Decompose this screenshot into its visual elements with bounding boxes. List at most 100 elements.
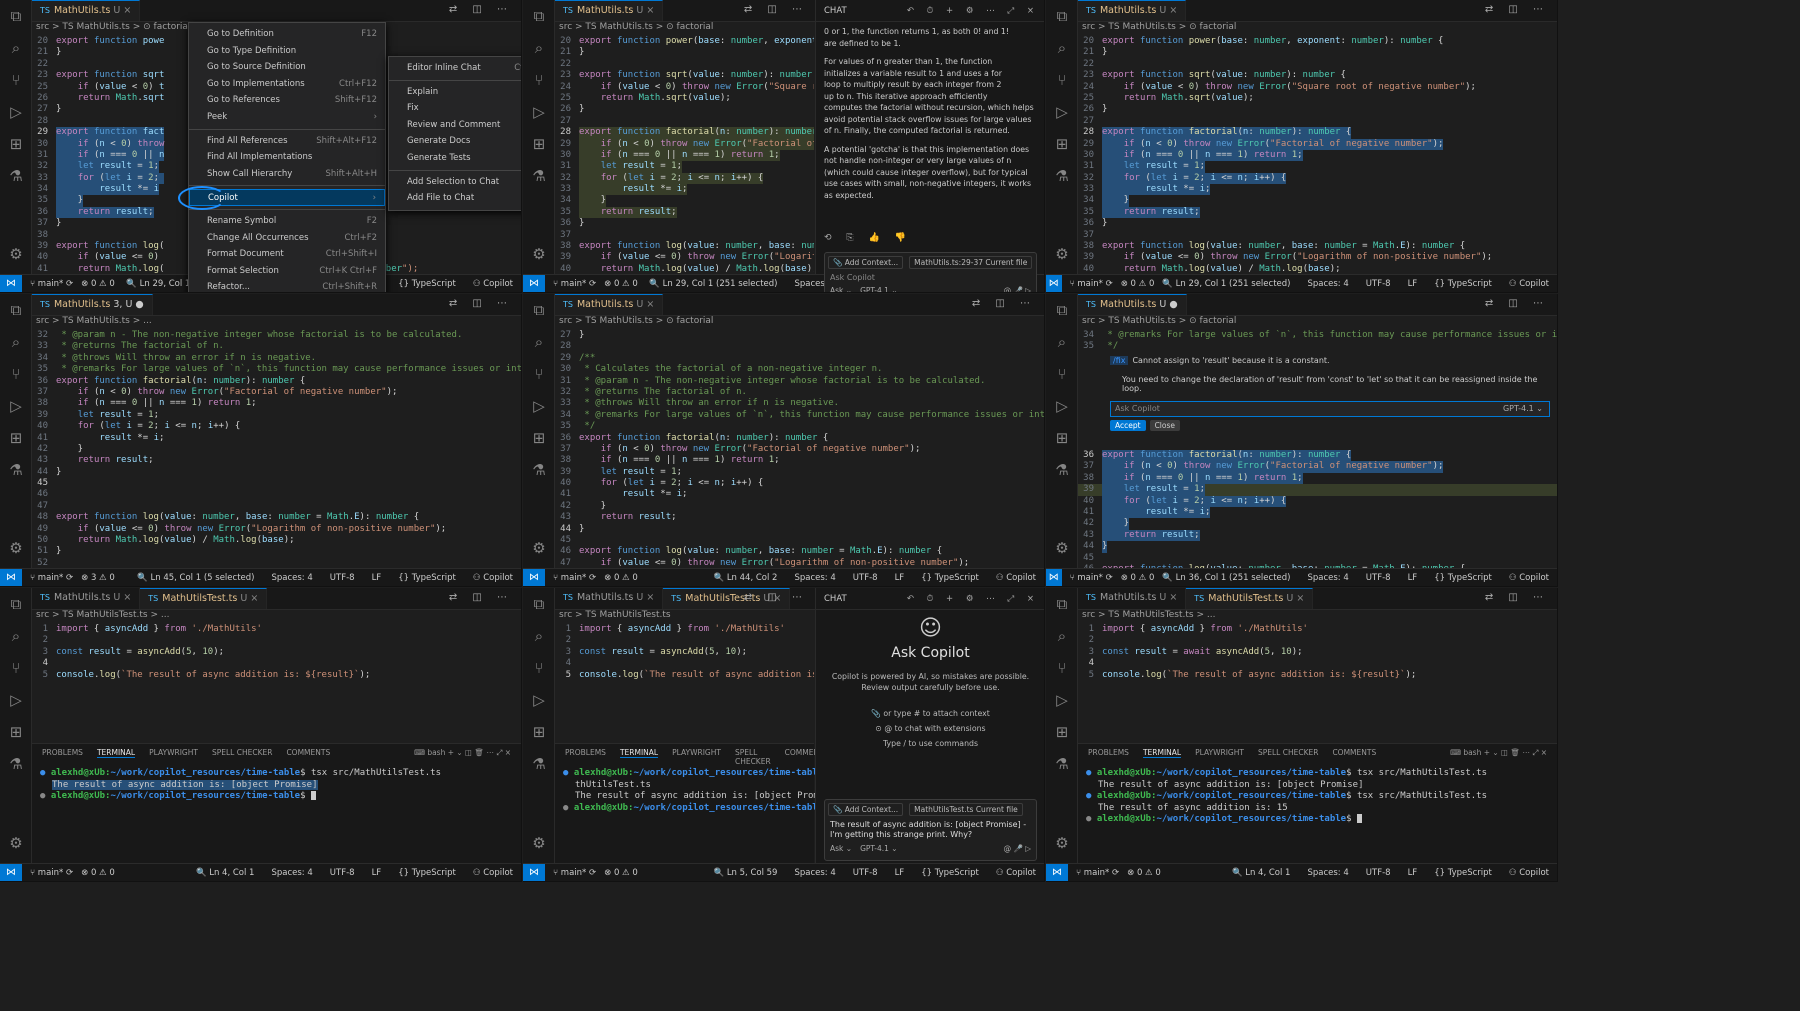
language-mode[interactable]: {} TypeScript	[398, 279, 456, 289]
run-debug-icon[interactable]: ▷	[1046, 684, 1078, 716]
send-icon[interactable]: @ 🎤 ▷	[1004, 844, 1031, 853]
source-control-icon[interactable]: ⑂	[0, 358, 32, 390]
code-editor[interactable]: 20 export function power(base: number, ex…	[555, 36, 814, 274]
source-control-icon[interactable]: ⑂	[1046, 64, 1078, 96]
editor-actions-icons[interactable]: ⇄ ◫ ⋯	[1485, 298, 1549, 309]
panel-tab-comments[interactable]: COMMENTS	[1332, 748, 1376, 758]
menu-item-editor-inline-chat[interactable]: Editor Inline Chat Ctrl+I	[389, 60, 521, 77]
eol[interactable]: LF	[1408, 279, 1418, 289]
extensions-icon[interactable]: ⊞	[1046, 128, 1078, 160]
terminal-shell[interactable]: ⌨ bash + ⌄ ◫ 🗑 ⋯ ⤢ ×	[1450, 748, 1547, 758]
copilot-status[interactable]: ⚇ Copilot	[1509, 868, 1549, 878]
settings-gear-icon[interactable]: ⚙	[0, 827, 32, 859]
indent-setting[interactable]: Spaces: 4	[1307, 279, 1348, 289]
encoding[interactable]: UTF-8	[1366, 279, 1391, 289]
testing-icon[interactable]: ⚗	[1046, 160, 1078, 192]
extensions-icon[interactable]: ⊞	[0, 716, 32, 748]
cursor-position[interactable]: 🔍 Ln 44, Col 2	[714, 573, 778, 583]
chat-input-box[interactable]: 📎 Add Context... MathUtilsTest.ts Current…	[824, 799, 1037, 861]
problems-count[interactable]: ⊗ 0 ⚠ 0	[1121, 279, 1155, 289]
panel-tab-playwright[interactable]: PLAYWRIGHT	[1195, 748, 1244, 758]
menu-item-go-to-implementations[interactable]: Go to Implementations Ctrl+F12	[189, 76, 385, 93]
tab-mathutilstest[interactable]: TS MathUtilsTest.ts U ×	[1186, 588, 1314, 609]
settings-gear-icon[interactable]: ⚙	[523, 827, 555, 859]
encoding[interactable]: UTF-8	[330, 868, 355, 878]
files-icon[interactable]: ⧉	[1046, 0, 1078, 32]
menu-item-add-file-to-chat[interactable]: Add File to Chat	[389, 190, 521, 207]
editor-actions-icons[interactable]: ⇄ ◫ ⋯	[449, 298, 513, 309]
problems-count[interactable]: ⊗ 0 ⚠ 0	[604, 279, 638, 289]
panel-tab-spell-checker[interactable]: SPELL CHECKER	[212, 748, 272, 758]
current-file-chip[interactable]: MathUtilsTest.ts Current file	[909, 803, 1023, 816]
menu-item-change-all-occurrences[interactable]: Change All Occurrences Ctrl+F2	[189, 230, 385, 247]
panel-tab-spell-checker[interactable]: SPELL CHECKER	[1258, 748, 1318, 758]
copilot-status[interactable]: ⚇ Copilot	[996, 573, 1036, 583]
run-debug-icon[interactable]: ▷	[523, 96, 555, 128]
files-icon[interactable]: ⧉	[0, 294, 32, 326]
run-debug-icon[interactable]: ▷	[523, 684, 555, 716]
menu-item-go-to-source-definition[interactable]: Go to Source Definition	[189, 59, 385, 76]
source-control-icon[interactable]: ⑂	[523, 652, 555, 684]
remote-indicator[interactable]: ⋈	[1046, 274, 1062, 292]
chat-input-box[interactable]: 📎 Add Context... MathUtils.ts:29-37 Curre…	[824, 252, 1037, 292]
extensions-icon[interactable]: ⊞	[523, 422, 555, 454]
remote-indicator[interactable]: ⋈	[0, 863, 22, 881]
indent-setting[interactable]: Spaces: 4	[1307, 573, 1348, 583]
language-mode[interactable]: {} TypeScript	[921, 573, 979, 583]
files-icon[interactable]: ⧉	[1046, 588, 1078, 620]
model-picker[interactable]: GPT-4.1 ⌄	[860, 286, 898, 292]
encoding[interactable]: UTF-8	[1366, 573, 1391, 583]
model-picker[interactable]: GPT-4.1 ⌄	[860, 844, 898, 853]
panel-tab-comments[interactable]: COMMENTS	[286, 748, 330, 758]
inline-model-picker[interactable]: GPT-4.1 ⌄	[1503, 404, 1543, 413]
files-icon[interactable]: ⧉	[1046, 294, 1078, 326]
accept-button[interactable]: Accept	[1110, 420, 1146, 431]
problems-count[interactable]: ⊗ 0 ⚠ 0	[81, 279, 115, 289]
testing-icon[interactable]: ⚗	[523, 160, 555, 192]
extensions-icon[interactable]: ⊞	[523, 716, 555, 748]
testing-icon[interactable]: ⚗	[1046, 454, 1078, 486]
copilot-status[interactable]: ⚇ Copilot	[473, 868, 513, 878]
source-control-icon[interactable]: ⑂	[0, 64, 32, 96]
panel-tab-terminal[interactable]: TERMINAL	[1142, 748, 1182, 758]
remote-indicator[interactable]: ⋈	[0, 568, 22, 586]
source-control-icon[interactable]: ⑂	[523, 358, 555, 390]
testing-icon[interactable]: ⚗	[523, 748, 555, 780]
menu-item-fix[interactable]: Fix	[389, 100, 521, 117]
add-context-button[interactable]: 📎 Add Context...	[828, 803, 904, 816]
testing-icon[interactable]: ⚗	[0, 454, 32, 486]
panel-tab-playwright[interactable]: PLAYWRIGHT	[149, 748, 198, 758]
chat-input[interactable]: The result of async addition is: [object…	[825, 816, 1036, 844]
close-button[interactable]: Close	[1149, 420, 1180, 431]
tab-mathutils[interactable]: TS MathUtils.ts U ×	[32, 0, 141, 21]
panel-tab-terminal[interactable]: TERMINAL	[619, 748, 659, 758]
files-icon[interactable]: ⧉	[0, 588, 32, 620]
tab-mathutils[interactable]: TS MathUtils.ts U ×	[555, 294, 664, 315]
copilot-status[interactable]: ⚇ Copilot	[473, 573, 513, 583]
testing-icon[interactable]: ⚗	[0, 748, 32, 780]
language-mode[interactable]: {} TypeScript	[1434, 573, 1492, 583]
git-branch[interactable]: ⑂ main* ⟳	[1070, 279, 1113, 289]
remote-indicator[interactable]: ⋈	[1046, 568, 1062, 586]
eol[interactable]: LF	[1408, 868, 1418, 878]
language-mode[interactable]: {} TypeScript	[921, 868, 979, 878]
settings-gear-icon[interactable]: ⚙	[0, 532, 32, 564]
menu-item-generate-tests[interactable]: Generate Tests	[389, 150, 521, 167]
search-icon[interactable]: ⌕	[0, 326, 32, 358]
search-icon[interactable]: ⌕	[523, 32, 555, 64]
cursor-position[interactable]: 🔍 Ln 29, Col 1 (251 selected)	[1162, 279, 1290, 289]
current-file-chip[interactable]: MathUtils.ts:29-37 Current file	[909, 256, 1033, 269]
editor-actions-icons[interactable]: ⇄ ◫ ⋯	[449, 592, 513, 603]
cursor-position[interactable]: 🔍 Ln 5, Col 59	[714, 868, 778, 878]
feedback-icons[interactable]: ⟲ ⎘ 👍 👎	[824, 233, 912, 243]
menu-item-peek[interactable]: Peek ›	[189, 109, 385, 126]
remote-indicator[interactable]: ⋈	[523, 274, 545, 292]
menu-item-format-selection[interactable]: Format Selection Ctrl+K Ctrl+F	[189, 263, 385, 280]
code-editor[interactable]: 20 export function power(base: number, ex…	[1078, 36, 1557, 274]
inline-chat-input[interactable]: Ask Copilot GPT-4.1 ⌄	[1110, 401, 1550, 417]
git-branch[interactable]: ⑂ main* ⟳	[30, 573, 73, 583]
tab-mathutils[interactable]: TS MathUtils.ts U ●	[1078, 294, 1187, 315]
menu-item-go-to-references[interactable]: Go to References Shift+F12	[189, 92, 385, 109]
search-icon[interactable]: ⌕	[0, 620, 32, 652]
panel-tab-problems[interactable]: PROBLEMS	[42, 748, 83, 758]
